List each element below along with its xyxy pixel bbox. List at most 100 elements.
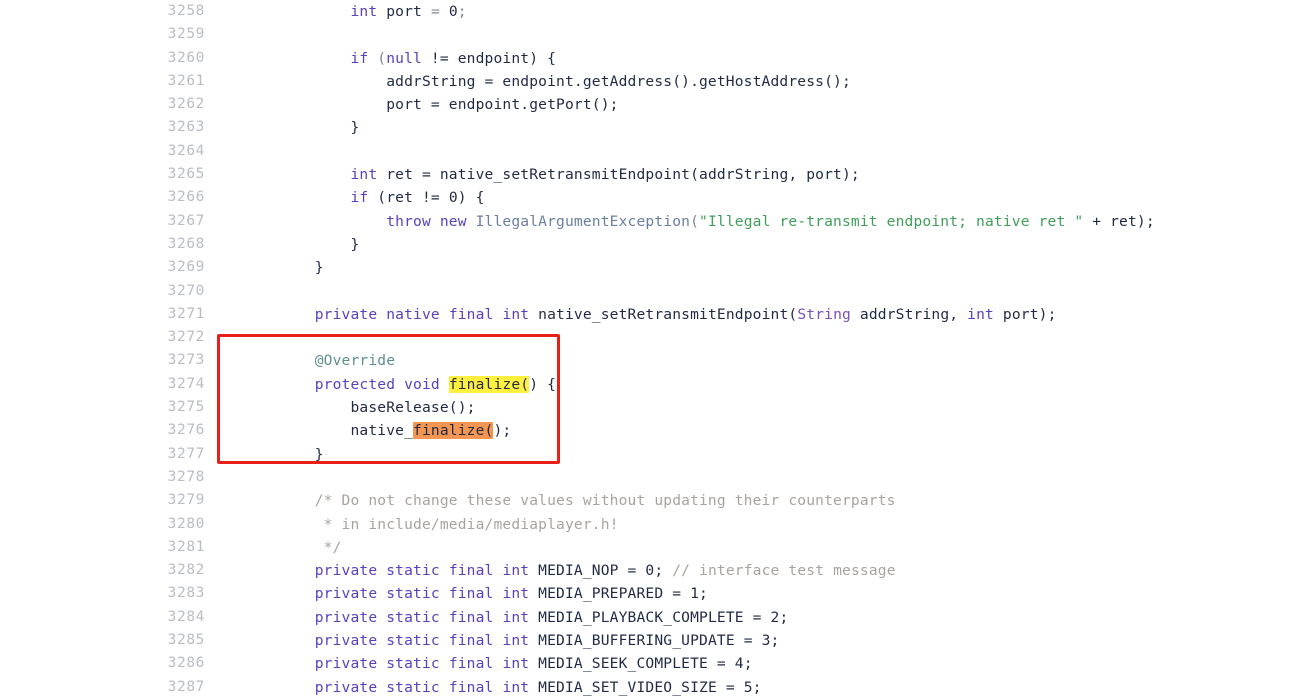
line-number[interactable]: 3269 [0,256,219,279]
code-line-content[interactable] [219,140,1295,163]
line-number[interactable]: 3272 [0,326,219,349]
code-lines-table: 3258 int port = 0; 3259 3260 if (null != … [0,0,1295,699]
code-line-content[interactable]: } [219,443,1295,466]
line-number[interactable]: 3264 [0,140,219,163]
code-token: ) { [529,375,557,393]
code-line-content[interactable]: int port = 0; [219,0,1295,23]
code-line-content[interactable]: private static final int MEDIA_PLAYBACK_… [219,606,1295,629]
highlighted-token: finalize( [413,422,494,440]
code-line-content[interactable]: /* Do not change these values without up… [219,489,1295,512]
code-token: = [430,3,440,20]
code-token: ; [654,562,673,580]
code-token: port); [993,305,1057,323]
line-number[interactable]: 3262 [0,93,219,116]
code-token: protected [314,375,396,393]
code-line-content[interactable]: * in include/media/mediaplayer.h! [219,513,1295,536]
line-number[interactable]: 3274 [0,373,219,396]
line-number[interactable]: 3284 [0,606,219,629]
code-token: null [386,49,422,67]
code-line-content[interactable]: private static final int MEDIA_SEEK_COMP… [219,652,1295,675]
code-token: final [448,562,494,580]
code-token: native_setRetransmitEndpoint( [529,305,798,323]
line-number[interactable]: 3279 [0,489,219,512]
code-token: ); [493,422,512,440]
code-token: if [350,189,369,207]
code-line-content[interactable]: } [219,116,1295,139]
code-line-content[interactable]: protected void finalize() { [219,373,1295,396]
line-number[interactable]: 3270 [0,280,219,303]
code-token: int [967,305,994,323]
code-line-content[interactable]: */ [219,536,1295,559]
line-number[interactable]: 3265 [0,163,219,186]
line-number[interactable]: 3261 [0,70,219,93]
line-number[interactable]: 3260 [0,47,219,70]
code-token: 4 [734,655,744,673]
code-token: int [502,585,530,603]
code-token: final [448,632,494,650]
code-line-row: 3287 private static final int MEDIA_SET_… [0,676,1295,699]
code-line-content[interactable]: private static final int MEDIA_SET_VIDEO… [219,676,1295,699]
line-number[interactable]: 3266 [0,186,219,209]
code-line-row: 3278 [0,466,1295,489]
code-line-content[interactable] [219,326,1295,349]
code-line-content[interactable]: native_finalize(); [219,419,1295,442]
code-line-content[interactable]: addrString = endpoint.getAddress().getHo… [219,70,1295,93]
code-line-content[interactable]: } [219,256,1295,279]
code-token: 0 [448,3,458,20]
line-number[interactable]: 3271 [0,303,219,326]
code-token: addrString, [850,305,968,323]
code-line-content[interactable]: if (ret != 0) { [219,186,1295,209]
code-line-content[interactable] [219,280,1295,303]
code-token: ; [457,3,467,20]
line-number[interactable]: 3280 [0,513,219,536]
code-token: MEDIA_PREPARED = [529,585,691,603]
line-number[interactable]: 3275 [0,396,219,419]
line-number[interactable]: 3281 [0,536,219,559]
code-line-content[interactable]: port = endpoint.getPort(); [219,93,1295,116]
code-line-content[interactable] [219,23,1295,46]
code-line-row: 3271 private native final int native_set… [0,303,1295,326]
line-number[interactable]: 3268 [0,233,219,256]
code-line-content[interactable]: throw new IllegalArgumentException("Ille… [219,210,1295,233]
line-number[interactable]: 3285 [0,629,219,652]
code-token: private [314,655,378,673]
code-line-content[interactable]: baseRelease(); [219,396,1295,419]
code-token: private [314,678,378,696]
line-number[interactable]: 3282 [0,559,219,582]
code-token: port [377,3,431,20]
line-number[interactable]: 3259 [0,23,219,46]
line-number[interactable]: 3273 [0,349,219,372]
code-line-content[interactable]: } [219,233,1295,256]
line-number[interactable]: 3283 [0,582,219,605]
line-number[interactable]: 3267 [0,210,219,233]
code-line-content[interactable]: if (null != endpoint) { [219,47,1295,70]
code-line-row: 3264 [0,140,1295,163]
line-number[interactable]: 3287 [0,676,219,699]
code-line-row: 3284 private static final int MEDIA_PLAY… [0,606,1295,629]
line-number[interactable]: 3277 [0,443,219,466]
code-token: MEDIA_PLAYBACK_COMPLETE = [529,608,771,626]
code-line-content[interactable]: private static final int MEDIA_BUFFERING… [219,629,1295,652]
code-line-content[interactable] [219,466,1295,489]
code-token: void [404,375,440,393]
code-token: * in include/media/mediaplayer.h! [279,515,619,533]
line-number[interactable]: 3276 [0,419,219,442]
code-token: } [279,119,360,137]
code-line-content[interactable]: @Override [219,349,1295,372]
code-line-content[interactable]: private native final int native_setRetra… [219,303,1295,326]
line-number[interactable]: 3263 [0,116,219,139]
code-token: native_ [279,422,414,440]
line-number[interactable]: 3278 [0,466,219,489]
line-number[interactable]: 3258 [0,0,219,23]
code-line-content[interactable]: int ret = native_setRetransmitEndpoint(a… [219,163,1295,186]
code-lines-body: 3258 int port = 0; 3259 3260 if (null != … [0,0,1295,699]
code-line-content[interactable]: private static final int MEDIA_PREPARED … [219,582,1295,605]
line-number[interactable]: 3286 [0,652,219,675]
code-line-content[interactable]: private static final int MEDIA_NOP = 0; … [219,559,1295,582]
code-token: 3 [761,632,771,650]
